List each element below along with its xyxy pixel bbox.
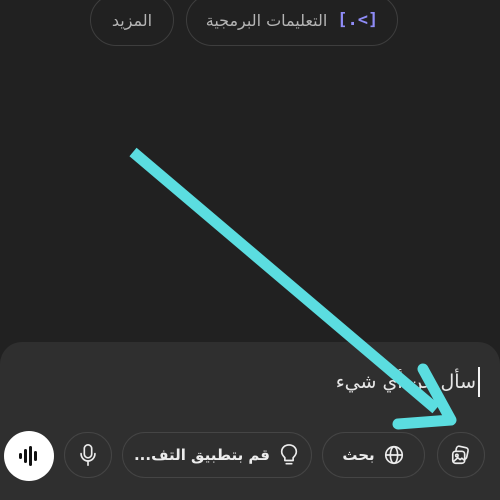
text-caret [478, 367, 480, 397]
code-bracket-icon: [>.] [337, 10, 379, 30]
microphone-icon [80, 444, 96, 466]
code-suggestion-chip[interactable]: [>.] التعليمات البرمجية [186, 0, 398, 46]
code-chip-label: التعليمات البرمجية [205, 10, 328, 30]
more-chip[interactable]: المزيد [90, 0, 174, 46]
image-attach-icon [451, 445, 469, 465]
search-button-label: بحث [342, 446, 375, 464]
message-input-text: سأل عن أي شيء [335, 371, 476, 393]
microphone-button[interactable] [64, 432, 112, 478]
voice-waveform-icon [19, 446, 37, 466]
message-input[interactable]: سأل عن أي شيء [335, 367, 480, 397]
voice-mode-button[interactable] [4, 431, 54, 481]
reason-button-label: قم بتطبيق التف... [133, 446, 271, 464]
globe-icon [384, 445, 403, 465]
more-chip-label: المزيد [111, 10, 153, 30]
lightbulb-icon [280, 444, 298, 465]
attach-image-button[interactable] [437, 432, 485, 478]
reason-button[interactable]: قم بتطبيق التف... [122, 432, 312, 478]
search-button[interactable]: بحث [322, 432, 425, 478]
chat-screen: [>.] التعليمات البرمجية المزيد سأل عن أي… [0, 0, 500, 500]
